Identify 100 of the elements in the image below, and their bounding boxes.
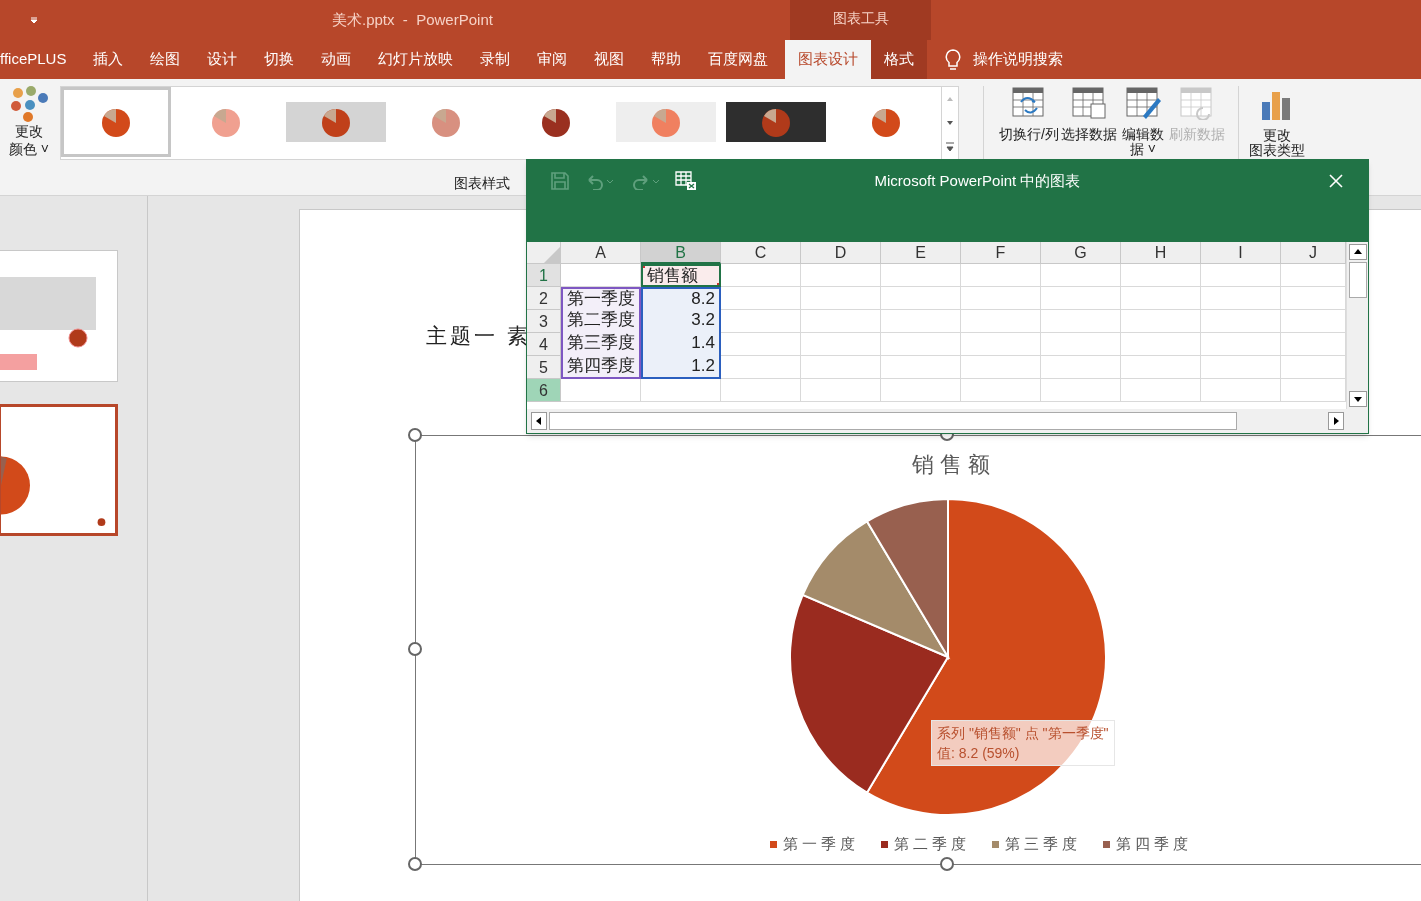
ribbon-tab[interactable]: fficePLUS: [0, 40, 80, 79]
dropdown-caret-icon[interactable]: [30, 16, 38, 24]
chart-style-thumbnail[interactable]: [61, 87, 171, 157]
spreadsheet-cell[interactable]: [1121, 333, 1201, 356]
scroll-down-icon[interactable]: [1348, 391, 1367, 407]
spreadsheet-cell[interactable]: [801, 264, 881, 287]
spreadsheet-cell[interactable]: [881, 356, 961, 379]
tell-me-search[interactable]: 操作说明搜索: [973, 48, 1064, 71]
spreadsheet-cell[interactable]: 3.2: [641, 310, 721, 333]
ribbon-tab[interactable]: 设计: [194, 40, 251, 79]
scroll-thumb[interactable]: [1348, 262, 1367, 298]
chart-frame[interactable]: 销售额 系列 "销售额" 点 "第一季度" 值: 8.2 (59%) 第一季度 第二季度 第三季度 第四季度: [415, 435, 1421, 865]
spreadsheet-cell[interactable]: [1201, 333, 1281, 356]
ribbon-tab[interactable]: 绘图: [137, 40, 194, 79]
spreadsheet-cell[interactable]: 第二季度: [561, 310, 641, 333]
column-header[interactable]: G: [1041, 242, 1121, 264]
data-button[interactable]: 编辑数据 ˅: [1117, 86, 1168, 157]
spreadsheet-cell[interactable]: [961, 379, 1041, 402]
spreadsheet-cell[interactable]: 销售额: [641, 264, 721, 287]
ribbon-tab[interactable]: 插入: [80, 40, 137, 79]
spreadsheet-cell[interactable]: [721, 356, 801, 379]
resize-handle[interactable]: [408, 857, 422, 871]
spreadsheet-cell[interactable]: [641, 379, 721, 402]
spreadsheet-cell[interactable]: [1041, 287, 1121, 310]
spreadsheet-cell[interactable]: [801, 310, 881, 333]
column-header[interactable]: I: [1201, 242, 1281, 264]
spreadsheet-cell[interactable]: [961, 287, 1041, 310]
spreadsheet-icon[interactable]: [675, 171, 697, 191]
spreadsheet-cell[interactable]: [801, 333, 881, 356]
spreadsheet-cell[interactable]: [561, 379, 641, 402]
spreadsheet-cell[interactable]: [721, 379, 801, 402]
spreadsheet-cell[interactable]: [721, 287, 801, 310]
save-icon[interactable]: [551, 172, 569, 190]
spreadsheet-cell[interactable]: [961, 310, 1041, 333]
spreadsheet-cell[interactable]: [881, 287, 961, 310]
change-colors-button[interactable]: 更改 颜色 ˅: [0, 86, 58, 158]
select-all-corner[interactable]: [527, 242, 561, 264]
ribbon-tab[interactable]: 动画: [308, 40, 365, 79]
column-header[interactable]: C: [721, 242, 801, 264]
spreadsheet-cell[interactable]: [1041, 310, 1121, 333]
spreadsheet-cell[interactable]: [881, 333, 961, 356]
data-button[interactable]: 切换行/列: [998, 86, 1060, 142]
spreadsheet-cell[interactable]: [1121, 379, 1201, 402]
lightbulb-icon[interactable]: [945, 48, 962, 71]
spreadsheet-cell[interactable]: [721, 264, 801, 287]
scroll-left-icon[interactable]: [531, 412, 547, 430]
ribbon-tab[interactable]: 审阅: [524, 40, 581, 79]
column-header[interactable]: J: [1281, 242, 1346, 264]
spreadsheet-cell[interactable]: [881, 264, 961, 287]
spreadsheet-cell[interactable]: [961, 333, 1041, 356]
spreadsheet-cell[interactable]: [961, 356, 1041, 379]
spreadsheet-cell[interactable]: [801, 287, 881, 310]
row-header[interactable]: 1: [527, 264, 561, 287]
spreadsheet-cell[interactable]: [801, 356, 881, 379]
spreadsheet-cell[interactable]: [721, 333, 801, 356]
spreadsheet-cell[interactable]: [561, 264, 641, 287]
spreadsheet-cell[interactable]: 1.4: [641, 333, 721, 356]
slide-thumbnail[interactable]: [0, 250, 118, 382]
ribbon-tab[interactable]: 帮助: [638, 40, 695, 79]
row-header[interactable]: 6: [527, 379, 561, 402]
spreadsheet-cell[interactable]: [1201, 264, 1281, 287]
scroll-up-icon[interactable]: [1348, 244, 1367, 260]
column-header[interactable]: H: [1121, 242, 1201, 264]
spreadsheet-cell[interactable]: [1201, 379, 1281, 402]
spreadsheet-cell[interactable]: 1.2: [641, 356, 721, 379]
spreadsheet-cell[interactable]: [1201, 310, 1281, 333]
resize-handle[interactable]: [408, 428, 422, 442]
resize-handle[interactable]: [408, 642, 422, 656]
spreadsheet-cell[interactable]: [1201, 287, 1281, 310]
ribbon-tab[interactable]: 切换: [251, 40, 308, 79]
spreadsheet-cell[interactable]: [961, 264, 1041, 287]
ribbon-tab[interactable]: 视图: [581, 40, 638, 79]
scroll-right-icon[interactable]: [1328, 412, 1344, 430]
column-header[interactable]: A: [561, 242, 641, 264]
spreadsheet-cell[interactable]: [881, 310, 961, 333]
column-header[interactable]: D: [801, 242, 881, 264]
vertical-scrollbar[interactable]: [1346, 242, 1368, 409]
spreadsheet-cell[interactable]: [1201, 356, 1281, 379]
column-header[interactable]: B: [641, 242, 721, 264]
ribbon-tab[interactable]: 录制: [467, 40, 524, 79]
scroll-thumb[interactable]: [549, 412, 1237, 430]
spreadsheet-cell[interactable]: 第四季度: [561, 356, 641, 379]
spreadsheet-cell[interactable]: [881, 379, 961, 402]
row-header[interactable]: 3: [527, 310, 561, 333]
spreadsheet-cell[interactable]: [1121, 356, 1201, 379]
ribbon-tab[interactable]: 百度网盘: [695, 40, 782, 79]
resize-handle[interactable]: [940, 857, 954, 871]
spreadsheet-cell[interactable]: [721, 310, 801, 333]
slide-thumbnail[interactable]: [0, 404, 118, 536]
spreadsheet-cell[interactable]: [1041, 379, 1121, 402]
column-header[interactable]: E: [881, 242, 961, 264]
column-header[interactable]: F: [961, 242, 1041, 264]
ribbon-tab[interactable]: 格式: [871, 40, 928, 79]
ribbon-tab[interactable]: 图表设计: [785, 40, 872, 79]
close-icon[interactable]: [1328, 173, 1344, 189]
spreadsheet-cell[interactable]: [1041, 356, 1121, 379]
row-header[interactable]: 5: [527, 356, 561, 379]
spreadsheet-cell[interactable]: 第一季度: [561, 287, 641, 310]
change-chart-type-button[interactable]: 更改 图表类型: [1248, 86, 1305, 158]
ribbon-tab[interactable]: 幻灯片放映: [365, 40, 467, 79]
